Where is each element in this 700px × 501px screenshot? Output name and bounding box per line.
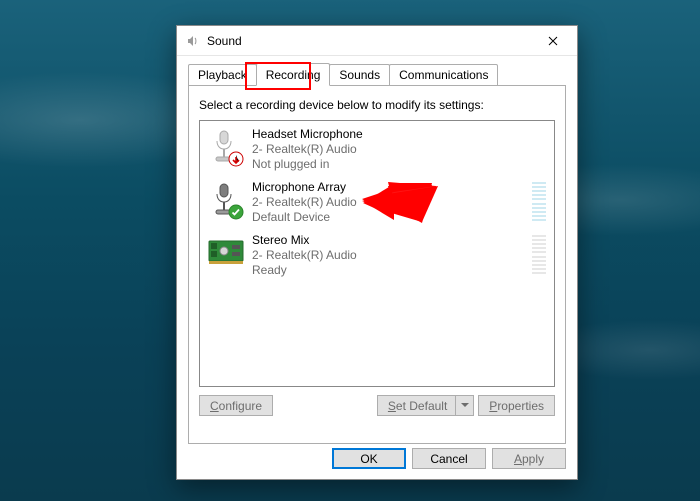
properties-button[interactable]: PropertiesProperties (478, 395, 555, 416)
tab-playback[interactable]: Playback (188, 64, 257, 86)
dialog-footer: OK Cancel ApplyApply (332, 448, 566, 469)
apply-button[interactable]: ApplyApply (492, 448, 566, 469)
close-button[interactable] (530, 26, 575, 55)
device-name: Microphone Array (252, 180, 526, 195)
device-status: Ready (252, 263, 526, 278)
device-name: Headset Microphone (252, 127, 546, 142)
tab-strip: Playback Recording Sounds Communications (188, 64, 566, 86)
device-status: Default Device (252, 210, 526, 225)
soundcard-icon (208, 233, 244, 273)
cancel-button[interactable]: Cancel (412, 448, 486, 469)
window-title: Sound (207, 34, 530, 48)
device-stereo-mix[interactable]: Stereo Mix 2- Realtek(R) Audio Ready (202, 229, 552, 282)
device-list[interactable]: Headset Microphone 2- Realtek(R) Audio N… (199, 120, 555, 387)
unplugged-badge-icon (228, 151, 244, 167)
speaker-icon (185, 33, 201, 49)
level-meter (532, 182, 546, 221)
chevron-down-icon[interactable] (455, 395, 473, 416)
tab-sounds[interactable]: Sounds (329, 64, 390, 86)
device-driver: 2- Realtek(R) Audio (252, 195, 526, 210)
sound-dialog: Sound Playback Recording Sounds Communic… (176, 25, 578, 480)
instruction-text: Select a recording device below to modif… (199, 98, 555, 112)
device-microphone-array[interactable]: Microphone Array 2- Realtek(R) Audio Def… (202, 176, 552, 229)
device-driver: 2- Realtek(R) Audio (252, 248, 526, 263)
set-default-button[interactable]: Set Default Set Default (377, 395, 474, 416)
tab-communications[interactable]: Communications (389, 64, 498, 86)
tab-recording[interactable]: Recording (256, 63, 331, 86)
device-headset-microphone[interactable]: Headset Microphone 2- Realtek(R) Audio N… (202, 123, 552, 176)
microphone-icon (208, 180, 244, 220)
level-meter (532, 235, 546, 274)
configure-button[interactable]: CConfigureonfigure (199, 395, 273, 416)
panel-button-row: CConfigureonfigure Set Default Set Defau… (199, 395, 555, 416)
device-name: Stereo Mix (252, 233, 526, 248)
close-icon (548, 36, 558, 46)
default-badge-icon (228, 204, 244, 220)
device-status: Not plugged in (252, 157, 546, 172)
titlebar[interactable]: Sound (177, 26, 577, 56)
recording-panel: Select a recording device below to modif… (188, 85, 566, 444)
microphone-icon (208, 127, 244, 167)
device-driver: 2- Realtek(R) Audio (252, 142, 546, 157)
ok-button[interactable]: OK (332, 448, 406, 469)
